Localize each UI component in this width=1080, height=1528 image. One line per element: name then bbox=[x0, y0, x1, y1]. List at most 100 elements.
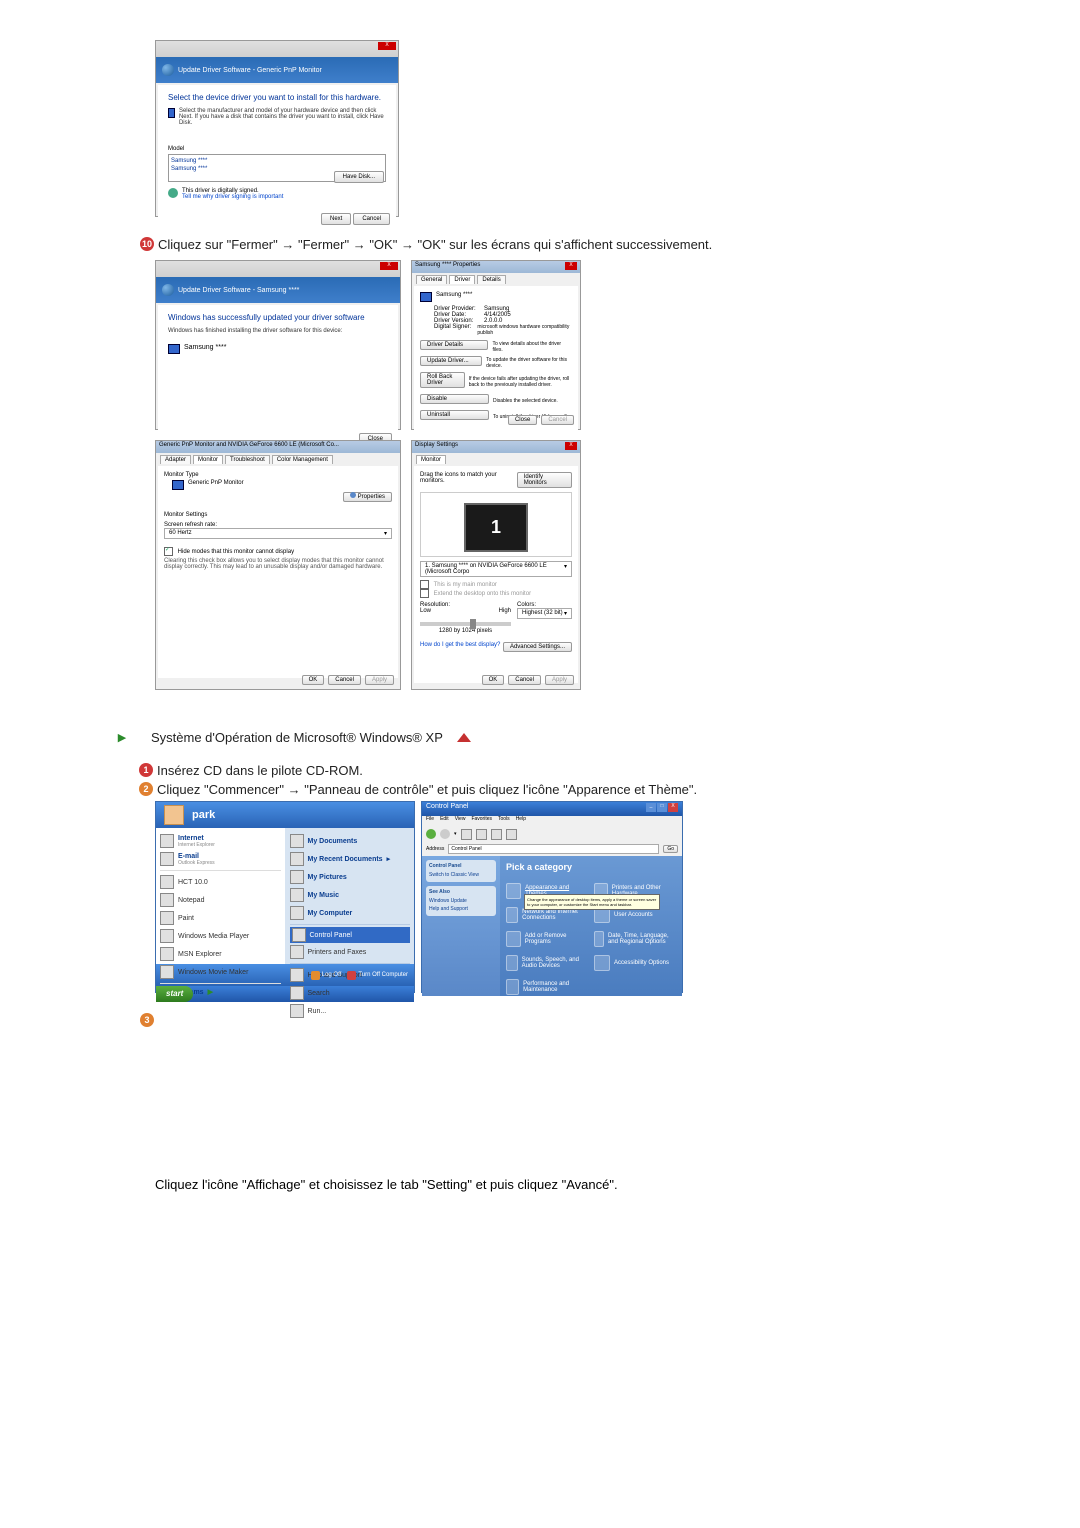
search-icon[interactable] bbox=[476, 829, 487, 840]
driver-properties-dialog: Samsung **** Properties X General Driver… bbox=[411, 260, 581, 430]
menu-favorites[interactable]: Favorites bbox=[471, 816, 492, 826]
back-icon[interactable] bbox=[426, 829, 436, 839]
cat-sounds[interactable]: Sounds, Speech, and Audio Devices bbox=[506, 952, 588, 974]
colors-select[interactable]: Highest (32 bit) ▾ bbox=[517, 608, 572, 619]
forward-icon[interactable] bbox=[440, 829, 450, 839]
tab-details[interactable]: Details bbox=[477, 275, 505, 284]
cancel-button[interactable]: Cancel bbox=[328, 675, 361, 685]
tab-driver[interactable]: Driver bbox=[449, 275, 475, 284]
refresh-rate-select[interactable]: 60 Hertz ▾ bbox=[164, 528, 392, 539]
tab-general[interactable]: General bbox=[416, 275, 447, 284]
cat-date-time[interactable]: Date, Time, Language, and Regional Optio… bbox=[594, 928, 676, 950]
cat-appearance[interactable]: Appearance and Themes Change the appeara… bbox=[506, 880, 588, 902]
address-input[interactable] bbox=[448, 844, 659, 854]
up-arrow-icon[interactable] bbox=[457, 733, 471, 742]
start-right-column: My Documents My Recent Documents ▸ My Pi… bbox=[286, 828, 415, 964]
menu-file[interactable]: File bbox=[426, 816, 434, 826]
minimize-icon[interactable]: _ bbox=[646, 803, 656, 812]
back-icon[interactable] bbox=[162, 284, 174, 296]
cat-accessibility[interactable]: Accessibility Options bbox=[594, 952, 676, 974]
rollback-driver-button[interactable]: Roll Back Driver bbox=[420, 372, 465, 388]
menu-my-computer[interactable]: My Computer bbox=[290, 904, 411, 922]
resolution-slider[interactable] bbox=[420, 622, 511, 626]
go-button[interactable]: Go bbox=[663, 845, 678, 853]
menu-my-music[interactable]: My Music bbox=[290, 886, 411, 904]
menu-tools[interactable]: Tools bbox=[498, 816, 510, 826]
ok-button[interactable]: OK bbox=[302, 675, 325, 685]
close-icon[interactable]: X bbox=[565, 262, 577, 270]
menu-control-panel[interactable]: Control Panel bbox=[290, 927, 411, 943]
menu-view[interactable]: View bbox=[455, 816, 466, 826]
menu-help[interactable]: Help bbox=[516, 816, 526, 826]
menu-recent-docs[interactable]: My Recent Documents ▸ bbox=[290, 850, 411, 868]
uninstall-button[interactable]: Uninstall bbox=[420, 410, 489, 420]
cat-performance[interactable]: Performance and Maintenance bbox=[506, 976, 588, 998]
properties-button[interactable]: Properties bbox=[343, 492, 392, 502]
menu-edit[interactable]: Edit bbox=[440, 816, 449, 826]
next-button[interactable]: Next bbox=[321, 213, 351, 225]
cp-main-area: Pick a category Appearance and Themes Ch… bbox=[500, 856, 682, 996]
cat-label: Performance and Maintenance bbox=[523, 981, 588, 993]
switch-view-link[interactable]: Switch to Classic View bbox=[429, 871, 493, 879]
menu-hct[interactable]: HCT 10.0 bbox=[160, 873, 281, 891]
close-icon[interactable]: X bbox=[668, 803, 678, 812]
cat-label: Accessibility Options bbox=[614, 960, 669, 966]
menu-email[interactable]: E-mailOutlook Express bbox=[160, 850, 281, 868]
maximize-icon[interactable]: □ bbox=[657, 803, 667, 812]
menu-notepad[interactable]: Notepad bbox=[160, 891, 281, 909]
update-driver-button[interactable]: Update Driver... bbox=[420, 356, 482, 366]
tab-monitor[interactable]: Monitor bbox=[193, 455, 223, 464]
help-link[interactable]: Help and Support bbox=[429, 905, 493, 913]
monitor-select[interactable]: 1. Samsung **** on NVIDIA GeForce 6600 L… bbox=[420, 561, 572, 577]
menu-run[interactable]: Run... bbox=[290, 1002, 411, 1020]
menu-wmp[interactable]: Windows Media Player bbox=[160, 927, 281, 945]
close-icon[interactable]: X bbox=[378, 42, 396, 50]
tab-monitor[interactable]: Monitor bbox=[416, 455, 446, 464]
menu-paint[interactable]: Paint bbox=[160, 909, 281, 927]
chevron-down-icon: ▾ bbox=[384, 530, 387, 537]
monitor-select-value: 1. Samsung **** on NVIDIA GeForce 6600 L… bbox=[425, 563, 564, 575]
folder-icon bbox=[290, 888, 304, 902]
menu-my-documents[interactable]: My Documents bbox=[290, 832, 411, 850]
accessibility-icon bbox=[594, 955, 610, 971]
menu-internet[interactable]: InternetInternet Explorer bbox=[160, 832, 281, 850]
tab-troubleshoot[interactable]: Troubleshoot bbox=[225, 455, 270, 464]
printer-icon bbox=[290, 945, 304, 959]
identify-monitors-button[interactable]: Identify Monitors bbox=[517, 472, 572, 488]
back-icon[interactable] bbox=[162, 64, 174, 76]
ok-button[interactable]: OK bbox=[482, 675, 505, 685]
monitor-preview-icon[interactable]: 1 bbox=[464, 503, 528, 552]
driver-details-button[interactable]: Driver Details bbox=[420, 340, 488, 350]
folders-icon[interactable] bbox=[491, 829, 502, 840]
menu-msn[interactable]: MSN Explorer bbox=[160, 945, 281, 963]
cat-add-remove[interactable]: Add or Remove Programs bbox=[506, 928, 588, 950]
best-display-link[interactable]: How do I get the best display? bbox=[420, 642, 500, 652]
logoff-button[interactable]: Log Off bbox=[311, 971, 342, 980]
close-button[interactable]: Close bbox=[508, 415, 537, 425]
up-icon[interactable] bbox=[461, 829, 472, 840]
views-icon[interactable] bbox=[506, 829, 517, 840]
start-button[interactable]: start bbox=[156, 986, 193, 1002]
cancel-button[interactable]: Cancel bbox=[508, 675, 541, 685]
disable-button[interactable]: Disable bbox=[420, 394, 489, 404]
dialog-titlebar: Samsung **** Properties X bbox=[412, 261, 580, 273]
menu-moviemaker[interactable]: Windows Movie Maker bbox=[160, 963, 281, 981]
hide-modes-checkbox[interactable] bbox=[164, 547, 173, 556]
have-disk-button[interactable]: Have Disk... bbox=[334, 171, 384, 183]
tab-adapter[interactable]: Adapter bbox=[160, 455, 191, 464]
cancel-button[interactable]: Cancel bbox=[353, 213, 390, 225]
model-item[interactable]: Samsung **** bbox=[171, 157, 383, 165]
step-number-2: 2 bbox=[139, 782, 153, 796]
signature-link[interactable]: Tell me why driver signing is important bbox=[182, 194, 283, 200]
tab-color[interactable]: Color Management bbox=[272, 455, 333, 464]
network-icon bbox=[506, 907, 518, 923]
menu-my-pictures[interactable]: My Pictures bbox=[290, 868, 411, 886]
folder-icon bbox=[290, 852, 304, 866]
close-icon[interactable]: X bbox=[380, 262, 398, 270]
advanced-settings-button[interactable]: Advanced Settings... bbox=[503, 642, 572, 652]
menu-printers[interactable]: Printers and Faxes bbox=[290, 943, 411, 961]
turnoff-button[interactable]: Turn Off Computer bbox=[347, 971, 408, 980]
windows-update-link[interactable]: Windows Update bbox=[429, 897, 493, 905]
close-icon[interactable]: X bbox=[565, 442, 577, 450]
menu-search[interactable]: Search bbox=[290, 984, 411, 1002]
